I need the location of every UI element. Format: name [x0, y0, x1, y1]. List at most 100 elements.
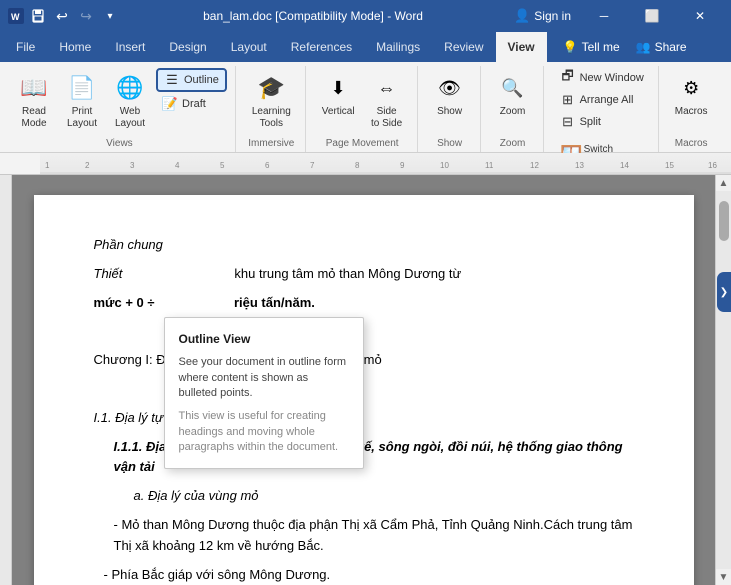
svg-text:6: 6	[265, 161, 270, 170]
tab-design[interactable]: Design	[157, 32, 218, 62]
svg-text:2: 2	[85, 161, 90, 170]
tab-references[interactable]: References	[279, 32, 364, 62]
outline-popup-title: Outline View	[179, 330, 349, 349]
document-page: Phần chung Thiết khu trung tâm mỏ than M…	[34, 195, 694, 585]
scroll-down-arrow[interactable]: ▼	[716, 569, 731, 585]
draft-button[interactable]: 📝 Draft	[156, 94, 227, 114]
svg-text:W: W	[11, 12, 20, 22]
scroll-up-arrow[interactable]: ▲	[716, 175, 731, 191]
restore-button[interactable]: ⬜	[629, 0, 675, 32]
left-margin	[0, 175, 12, 585]
tab-view[interactable]: View	[496, 32, 547, 62]
zoom-group-label: Zoom	[500, 136, 526, 152]
doc-line-8: - Mỏ than Mông Dương thuộc địa phận Thị …	[114, 515, 634, 557]
immersive-buttons: 🎓 LearningTools	[246, 68, 297, 136]
learning-tools-button[interactable]: 🎓 LearningTools	[246, 68, 297, 134]
tab-insert[interactable]: Insert	[103, 32, 157, 62]
svg-text:4: 4	[175, 161, 180, 170]
arrange-all-button[interactable]: ⊞ Arrange All	[554, 90, 640, 110]
read-mode-button[interactable]: 📖 ReadMode	[12, 68, 56, 134]
outline-popup: Outline View See your document in outlin…	[164, 317, 364, 469]
page-movement-group: ⬇ Vertical ⇔ Sideto Side Page Movement	[308, 66, 418, 152]
save-button[interactable]	[28, 6, 48, 26]
print-layout-button[interactable]: 📄 PrintLayout	[60, 68, 104, 134]
views-group-label: Views	[106, 136, 133, 152]
scroll-track[interactable]	[716, 191, 731, 569]
doc-line-1: Phần chung	[94, 235, 634, 256]
scrollbar[interactable]: ▲ ▼ ❯	[715, 175, 731, 585]
close-button[interactable]: ✕	[677, 0, 723, 32]
title-bar: W ↩ ↪ ▾ ban_lam.doc [Compatibility Mode]…	[0, 0, 731, 32]
outline-popup-desc: See your document in outline form where …	[179, 355, 349, 401]
tab-mailings[interactable]: Mailings	[364, 32, 432, 62]
svg-text:12: 12	[530, 161, 539, 170]
minimize-button[interactable]: ─	[581, 0, 627, 32]
doc-line-9: - Phía Bắc giáp với sông Mông Dương.	[104, 565, 634, 585]
svg-text:15: 15	[665, 161, 674, 170]
side-to-side-button[interactable]: ⇔ Sideto Side	[365, 68, 409, 134]
new-window-icon: 🗗	[560, 70, 576, 86]
tab-layout[interactable]: Layout	[219, 32, 279, 62]
doc-line-2: Thiết khu trung tâm mỏ than Mông Dương t…	[94, 264, 634, 285]
learning-tools-icon: 🎓	[255, 72, 287, 104]
page-movement-group-label: Page Movement	[326, 136, 399, 152]
tab-review[interactable]: Review	[432, 32, 495, 62]
svg-text:13: 13	[575, 161, 584, 170]
quick-access-more-button[interactable]: ▾	[100, 6, 120, 26]
document-main[interactable]: Phần chung Thiết khu trung tâm mỏ than M…	[12, 175, 715, 585]
svg-text:7: 7	[310, 161, 315, 170]
svg-text:8: 8	[355, 161, 360, 170]
macros-button[interactable]: ⚙ Macros	[669, 68, 714, 122]
zoom-button[interactable]: 🔍 Zoom	[491, 68, 535, 122]
svg-text:9: 9	[400, 161, 405, 170]
arrange-all-icon: ⊞	[560, 92, 576, 108]
read-mode-icon: 📖	[18, 72, 50, 104]
macros-buttons: ⚙ Macros	[669, 68, 714, 136]
vertical-icon: ⬇	[322, 72, 354, 104]
ribbon: File Home Insert Design Layout Reference…	[0, 32, 731, 153]
vertical-button[interactable]: ⬇ Vertical	[316, 68, 361, 122]
macros-group: ⚙ Macros Macros	[661, 66, 722, 152]
share-button[interactable]: 👥 Share	[628, 32, 695, 62]
split-icon: ⊟	[560, 114, 576, 130]
show-group-label: Show	[437, 136, 462, 152]
new-window-button[interactable]: 🗗 New Window	[554, 68, 650, 88]
web-layout-icon: 🌐	[114, 72, 146, 104]
undo-button[interactable]: ↩	[52, 6, 72, 26]
immersive-group-label: Immersive	[248, 136, 294, 152]
svg-text:16: 16	[708, 161, 717, 170]
sidebar-collapse-button[interactable]: ❯	[717, 272, 731, 312]
scroll-thumb[interactable]	[719, 201, 729, 241]
ruler-bar: 1 2 3 4 5 6 7 8 9 10 11 12 13 14 15 16	[40, 153, 731, 174]
web-layout-button[interactable]: 🌐 WebLayout	[108, 68, 152, 134]
tell-me-button[interactable]: 💡 Tell me	[555, 32, 628, 62]
title-bar-right-controls: 👤 Sign in ─ ⬜ ✕	[506, 0, 723, 32]
document-area: Phần chung Thiết khu trung tâm mỏ than M…	[0, 175, 731, 585]
zoom-icon: 🔍	[497, 72, 529, 104]
tab-home[interactable]: Home	[47, 32, 103, 62]
views-buttons: 📖 ReadMode 📄 PrintLayout 🌐 WebLayout ☰ O…	[12, 68, 227, 136]
show-buttons: 👁 Show	[428, 68, 472, 136]
show-button[interactable]: 👁 Show	[428, 68, 472, 122]
svg-text:5: 5	[220, 161, 225, 170]
ribbon-content: 📖 ReadMode 📄 PrintLayout 🌐 WebLayout ☰ O…	[0, 62, 731, 152]
ribbon-tab-bar: File Home Insert Design Layout Reference…	[0, 32, 731, 62]
document-title: ban_lam.doc [Compatibility Mode] - Word	[126, 9, 500, 23]
sign-in-button[interactable]: 👤 Sign in	[506, 4, 579, 28]
show-group: 👁 Show Show	[420, 66, 481, 152]
zoom-buttons: 🔍 Zoom	[491, 68, 535, 136]
zoom-group: 🔍 Zoom Zoom	[483, 66, 544, 152]
outline-button[interactable]: ☰ Outline	[156, 68, 227, 92]
page-movement-buttons: ⬇ Vertical ⇔ Sideto Side	[316, 68, 409, 136]
views-group: 📖 ReadMode 📄 PrintLayout 🌐 WebLayout ☰ O…	[4, 66, 236, 152]
tab-file[interactable]: File	[4, 32, 47, 62]
split-button[interactable]: ⊟ Split	[554, 112, 607, 132]
redo-button[interactable]: ↪	[76, 6, 96, 26]
immersive-group: 🎓 LearningTools Immersive	[238, 66, 306, 152]
print-layout-icon: 📄	[66, 72, 98, 104]
svg-text:14: 14	[620, 161, 629, 170]
svg-text:10: 10	[440, 161, 449, 170]
outline-popup-desc2: This view is useful for creating heading…	[179, 409, 349, 455]
svg-text:1: 1	[45, 161, 50, 170]
sign-in-label: Sign in	[534, 9, 571, 23]
